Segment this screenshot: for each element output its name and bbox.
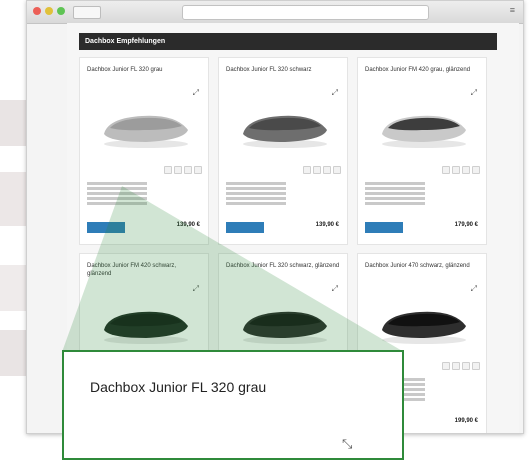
details-button[interactable] [365, 222, 403, 233]
expand-icon[interactable]: ⤢ [193, 284, 199, 294]
variant-selector[interactable] [164, 166, 202, 174]
price: 139,90 € [176, 222, 200, 228]
roof-box-image [104, 311, 188, 344]
feature-item [226, 192, 286, 195]
variant-option[interactable] [303, 166, 311, 174]
feature-item [365, 202, 425, 205]
product-title[interactable]: Dachbox Junior FM 420 schwarz, glänzend [87, 262, 202, 278]
price: 199,90 € [454, 418, 478, 424]
price: 179,90 € [454, 222, 478, 228]
feature-item [226, 187, 286, 190]
variant-selector[interactable] [303, 166, 341, 174]
feature-item [365, 197, 425, 200]
section-header: Dachbox Empfehlungen [79, 33, 497, 50]
variant-option[interactable] [452, 166, 460, 174]
variant-option[interactable] [462, 362, 470, 370]
variant-option[interactable] [164, 166, 172, 174]
minimize-window-icon[interactable] [45, 7, 53, 15]
menu-icon[interactable]: ≡ [510, 5, 515, 15]
product-title[interactable]: Dachbox Junior FM 420 grau, glänzend [365, 66, 480, 74]
roof-box-image [243, 115, 327, 148]
roof-box-image [104, 115, 188, 148]
product-title[interactable]: Dachbox Junior FL 320 schwarz, glänzend [226, 262, 341, 270]
product-card[interactable]: Dachbox Junior FM 420 grau, glänzend ⤢ 1… [357, 57, 487, 245]
expand-icon[interactable]: ⤢ [332, 88, 338, 98]
feature-item [365, 182, 425, 185]
product-title[interactable]: Dachbox Junior FL 320 grau [87, 66, 202, 74]
variant-option[interactable] [323, 166, 331, 174]
variant-option[interactable] [174, 166, 182, 174]
browser-titlebar: ≡ [27, 1, 523, 24]
feature-list [226, 182, 286, 207]
feature-list [365, 182, 425, 207]
price: 139,90 € [315, 222, 339, 228]
maximize-window-icon[interactable] [57, 7, 65, 15]
expand-icon[interactable]: ⤢ [332, 284, 338, 294]
roof-box-image [382, 115, 466, 148]
product-title[interactable]: Dachbox Junior 470 schwarz, glänzend [365, 262, 480, 270]
feature-item [365, 187, 425, 190]
variant-option[interactable] [333, 166, 341, 174]
feature-item [87, 182, 147, 185]
details-button[interactable] [87, 222, 125, 233]
product-title[interactable]: Dachbox Junior FL 320 schwarz [226, 66, 341, 74]
back-forward-buttons[interactable] [73, 6, 101, 19]
roof-box-image [382, 311, 466, 344]
variant-option[interactable] [452, 362, 460, 370]
feature-item [87, 187, 147, 190]
product-card[interactable]: Dachbox Junior FL 320 grau ⤢ 139,90 € [79, 57, 209, 245]
expand-icon[interactable]: ⤢ [471, 88, 477, 98]
variant-option[interactable] [184, 166, 192, 174]
expand-icon[interactable]: ⤡ [342, 436, 352, 452]
roof-box-image [243, 311, 327, 344]
expand-icon[interactable]: ⤢ [471, 284, 477, 294]
product-card[interactable]: Dachbox Junior FL 320 schwarz ⤢ 139,90 € [218, 57, 348, 245]
feature-item [226, 182, 286, 185]
feature-item [226, 202, 286, 205]
feature-item [226, 197, 286, 200]
address-bar[interactable] [182, 5, 429, 20]
zoom-callout: Dachbox Junior FL 320 grau ⤡ [62, 350, 404, 460]
variant-option[interactable] [472, 166, 480, 174]
details-button[interactable] [226, 222, 264, 233]
variant-option[interactable] [462, 166, 470, 174]
zoom-product-title: Dachbox Junior FL 320 grau [90, 379, 267, 395]
feature-item [87, 202, 147, 205]
close-window-icon[interactable] [33, 7, 41, 15]
variant-option[interactable] [194, 166, 202, 174]
expand-icon[interactable]: ⤢ [193, 88, 199, 98]
variant-selector[interactable] [442, 166, 480, 174]
feature-item [87, 192, 147, 195]
variant-option[interactable] [442, 362, 450, 370]
variant-selector[interactable] [442, 362, 480, 370]
feature-list [87, 182, 147, 207]
variant-option[interactable] [472, 362, 480, 370]
feature-item [87, 197, 147, 200]
variant-option[interactable] [313, 166, 321, 174]
variant-option[interactable] [442, 166, 450, 174]
feature-item [365, 192, 425, 195]
